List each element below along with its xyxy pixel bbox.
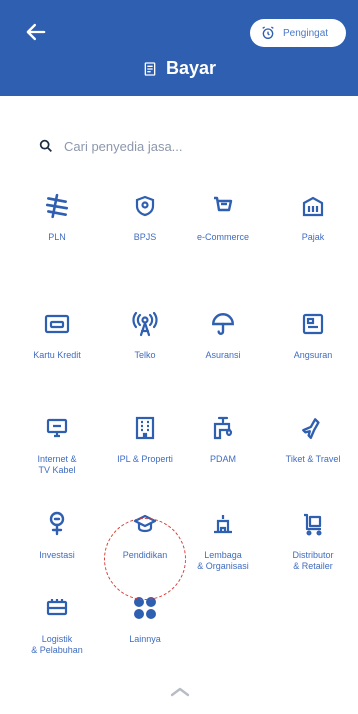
building-icon <box>302 196 324 217</box>
category-label: Internet & TV Kabel <box>37 454 77 475</box>
category-label: IPL & Properti <box>117 454 173 464</box>
category-label: Angsuran <box>293 350 333 360</box>
search-placeholder: Cari penyedia jasa... <box>64 138 183 154</box>
category-label: Logistik & Pelabuhan <box>31 634 83 655</box>
investment-icon <box>49 511 65 536</box>
antenna-icon <box>132 311 158 337</box>
top-bar: Pengingat Bayar <box>0 0 358 96</box>
category-logistik[interactable]: Logistik & Pelabuhan <box>12 588 102 656</box>
cart-box-icon <box>304 513 322 536</box>
monitor-icon <box>46 418 68 438</box>
highlight-annotation <box>104 518 186 600</box>
category-label: Asuransi <box>205 350 241 360</box>
category-label: Tiket & Travel <box>285 454 341 464</box>
alarm-clock-icon <box>262 26 274 39</box>
category-label: Distributor & Retailer <box>292 550 334 571</box>
truck-icon <box>46 599 68 616</box>
category-label: PDAM <box>209 454 236 464</box>
category-label: e-Commerce <box>196 232 249 242</box>
category-distributor[interactable]: Distributor & Retailer <box>268 504 358 572</box>
page-title: Bayar <box>165 58 217 78</box>
page-title-row: Bayar <box>0 58 358 79</box>
category-pdam[interactable]: PDAM <box>178 408 268 465</box>
water-tap-icon <box>213 416 233 440</box>
category-label: Lembaga & Organisasi <box>197 550 249 571</box>
category-lembaga[interactable]: Lembaga & Organisasi <box>178 504 268 572</box>
shield-icon <box>135 195 155 217</box>
category-bpjs[interactable]: BPJS <box>100 186 190 243</box>
category-kartu-kredit[interactable]: Kartu Kredit <box>12 304 102 361</box>
category-ecommerce[interactable]: e-Commerce <box>178 186 268 243</box>
reminder-button[interactable]: Pengingat <box>250 19 346 47</box>
category-label: BPJS <box>133 232 157 242</box>
reminder-label: Pengingat <box>283 27 329 39</box>
installment-icon <box>302 313 324 335</box>
category-pajak[interactable]: Pajak <box>268 186 358 243</box>
category-internet-tv[interactable]: Internet & TV Kabel <box>12 408 102 476</box>
umbrella-icon <box>212 313 234 335</box>
cart-icon <box>214 196 233 212</box>
search-input[interactable]: Cari penyedia jasa... <box>38 134 328 158</box>
category-pln[interactable]: PLN <box>12 186 102 243</box>
category-tiket-travel[interactable]: Tiket & Travel <box>268 408 358 465</box>
back-arrow-icon[interactable] <box>22 18 50 46</box>
category-ipl-properti[interactable]: IPL & Properti <box>100 408 190 465</box>
category-asuransi[interactable]: Asuransi <box>178 304 268 361</box>
category-label: Pajak <box>301 232 325 242</box>
apartment-icon <box>135 416 155 440</box>
institution-icon <box>214 515 232 534</box>
category-angsuran[interactable]: Angsuran <box>268 304 358 361</box>
lightning-icon <box>45 193 69 219</box>
category-label: PLN <box>48 232 66 242</box>
category-telko[interactable]: Telko <box>100 304 190 361</box>
category-label: Investasi <box>39 550 75 560</box>
airplane-icon <box>302 418 320 439</box>
bill-icon <box>144 61 156 76</box>
category-label: Telko <box>134 350 156 360</box>
credit-card-icon <box>44 314 70 334</box>
category-label: Lainnya <box>129 634 161 644</box>
category-investasi[interactable]: Investasi <box>12 504 102 561</box>
search-icon <box>39 139 52 152</box>
chevron-up-icon[interactable] <box>168 684 192 698</box>
category-label: Kartu Kredit <box>33 350 81 360</box>
